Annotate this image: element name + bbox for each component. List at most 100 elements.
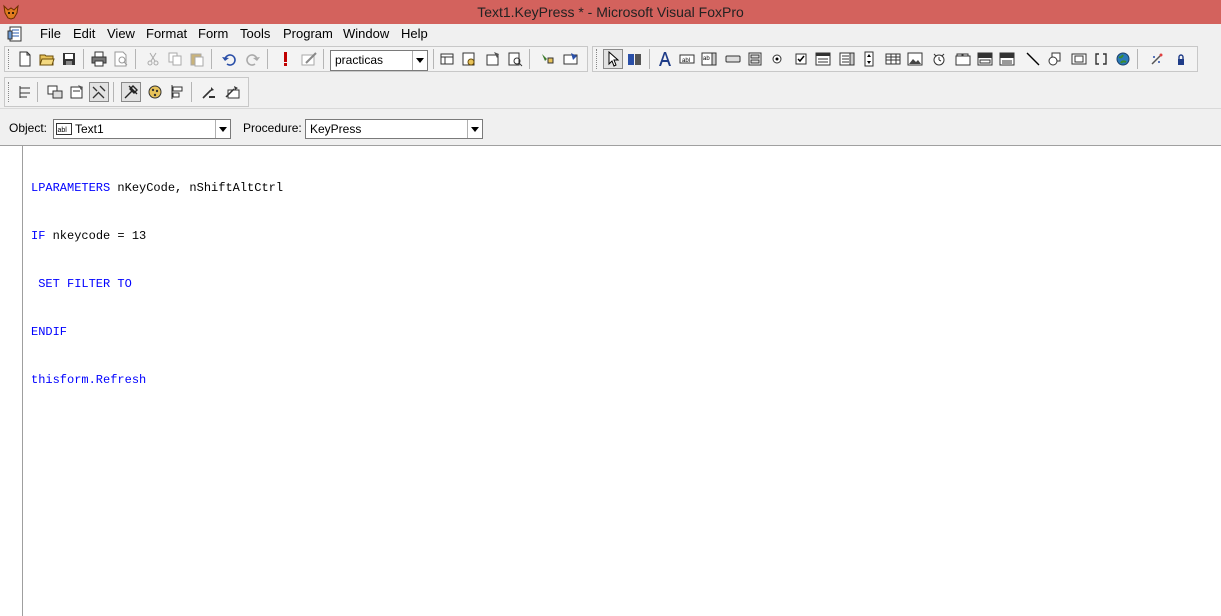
command-button-icon[interactable] xyxy=(723,49,743,69)
grid-icon[interactable] xyxy=(883,49,903,69)
save-icon[interactable] xyxy=(59,49,79,69)
project-combo-value: practicas xyxy=(335,53,384,67)
toolbar-row-1: practicas abl ab xyxy=(0,44,1221,74)
autoformat-icon[interactable] xyxy=(561,49,581,69)
form-designer-icon[interactable] xyxy=(45,82,65,102)
container-icon[interactable] xyxy=(1069,49,1089,69)
toolbar-separator xyxy=(83,49,84,69)
editor-gutter[interactable] xyxy=(0,146,23,616)
data-builder-icon[interactable] xyxy=(89,82,109,102)
code-keyword: IF xyxy=(31,229,46,243)
combobox-icon[interactable] xyxy=(813,49,833,69)
new-file-icon[interactable] xyxy=(15,49,35,69)
toolbar-separator xyxy=(135,49,136,69)
pageframe-icon[interactable] xyxy=(953,49,973,69)
toolbar-separator xyxy=(113,82,114,102)
procedure-combo[interactable]: KeyPress xyxy=(305,119,483,139)
textbox-icon[interactable]: abl xyxy=(677,49,697,69)
run-icon[interactable] xyxy=(275,49,295,69)
menu-program[interactable]: Program xyxy=(283,26,333,42)
toolbar-separator xyxy=(323,49,324,69)
menu-view[interactable]: View xyxy=(107,26,135,42)
chevron-down-icon[interactable] xyxy=(467,120,482,138)
menu-bar: File Edit View Format Form Tools Program… xyxy=(0,24,1221,44)
menu-edit[interactable]: Edit xyxy=(73,26,95,42)
form-controls-toolbar: abl ab xyxy=(592,46,1198,72)
timer-icon[interactable] xyxy=(929,49,949,69)
toolbar-separator xyxy=(211,49,212,69)
cut-icon[interactable] xyxy=(143,49,163,69)
object-procedure-bar: Object: abl Text1 Procedure: KeyPress xyxy=(0,108,1221,146)
open-folder-icon[interactable] xyxy=(37,49,57,69)
menu-format[interactable]: Format xyxy=(146,26,187,42)
menu-file[interactable]: File xyxy=(40,26,61,42)
code-text[interactable]: LPARAMETERS nKeyCode, nShiftAltCtrl IF n… xyxy=(31,148,283,420)
listbox-icon[interactable] xyxy=(837,49,857,69)
menu-help[interactable]: Help xyxy=(401,26,428,42)
code-window-icon[interactable] xyxy=(483,49,503,69)
layout-icon[interactable] xyxy=(15,82,35,102)
svg-text:abl: abl xyxy=(58,127,68,134)
editbox-icon[interactable]: ab xyxy=(699,49,719,69)
menu-window[interactable]: Window xyxy=(343,26,389,42)
properties-window-icon[interactable] xyxy=(459,49,479,69)
modify-form-icon[interactable] xyxy=(299,49,319,69)
builder-icon[interactable] xyxy=(537,49,557,69)
wizard-icon[interactable] xyxy=(199,82,219,102)
project-combo[interactable]: practicas xyxy=(330,50,428,71)
code-text-plain: nkeycode = 13 xyxy=(45,229,147,243)
code-keyword: thisform.Refresh xyxy=(31,373,147,387)
shape-icon[interactable] xyxy=(1045,49,1065,69)
toolbar-grip[interactable] xyxy=(8,82,12,102)
line-icon[interactable] xyxy=(1023,49,1043,69)
view-classes-icon[interactable] xyxy=(625,49,645,69)
data-environment-icon[interactable] xyxy=(437,49,457,69)
undo-icon[interactable] xyxy=(219,49,239,69)
code-editor[interactable]: LPARAMETERS nKeyCode, nShiftAltCtrl IF n… xyxy=(0,145,1221,616)
toolbar-grip[interactable] xyxy=(596,49,600,69)
print-icon[interactable] xyxy=(89,49,109,69)
code-line: ENDIF xyxy=(31,324,283,340)
form-control-toolbar-icon[interactable] xyxy=(505,49,525,69)
command-group-icon[interactable] xyxy=(745,49,765,69)
image-icon[interactable] xyxy=(905,49,925,69)
window-title: Text1.KeyPress * - Microsoft Visual FoxP… xyxy=(477,4,744,20)
separator-icon[interactable] xyxy=(1091,49,1111,69)
chevron-down-icon[interactable] xyxy=(412,51,427,70)
copy-icon[interactable] xyxy=(165,49,185,69)
spinner-icon[interactable] xyxy=(859,49,879,69)
checkbox-icon[interactable] xyxy=(791,49,811,69)
color-palette-icon[interactable] xyxy=(145,82,165,102)
hyperlink-icon[interactable] xyxy=(1113,49,1133,69)
toolbar-separator xyxy=(37,82,38,102)
oleboundcontrol-icon[interactable] xyxy=(997,49,1017,69)
lock-icon[interactable] xyxy=(1171,49,1191,69)
select-objects-icon[interactable] xyxy=(603,49,623,69)
code-line: SET FILTER TO xyxy=(31,276,283,292)
menu-form[interactable]: Form xyxy=(198,26,228,42)
label-icon[interactable] xyxy=(655,49,675,69)
textbox-object-icon: abl xyxy=(56,123,72,135)
autoformat-builder-icon[interactable] xyxy=(223,82,243,102)
redo-icon[interactable] xyxy=(243,49,263,69)
object-label: Object: xyxy=(9,121,48,135)
document-system-menu-icon[interactable] xyxy=(7,25,25,43)
olecontrol-icon[interactable] xyxy=(975,49,995,69)
print-preview-icon[interactable] xyxy=(111,49,131,69)
toolbar-separator xyxy=(649,49,650,69)
svg-text:ab: ab xyxy=(703,56,710,62)
paste-icon[interactable] xyxy=(187,49,207,69)
menu-tools[interactable]: Tools xyxy=(240,26,270,42)
procedure-label: Procedure: xyxy=(243,121,302,135)
option-group-icon[interactable] xyxy=(767,49,787,69)
toolbar-grip[interactable] xyxy=(8,49,12,69)
toolbar-separator xyxy=(433,49,434,69)
chevron-down-icon[interactable] xyxy=(215,120,230,138)
code-keyword: ENDIF xyxy=(31,325,68,339)
code-line: LPARAMETERS nKeyCode, nShiftAltCtrl xyxy=(31,180,283,196)
layout-align-icon[interactable] xyxy=(167,82,187,102)
object-combo[interactable]: abl Text1 xyxy=(53,119,231,139)
builder-lock-icon[interactable] xyxy=(1147,49,1167,69)
tools-icon[interactable] xyxy=(121,82,141,102)
properties-icon[interactable] xyxy=(67,82,87,102)
